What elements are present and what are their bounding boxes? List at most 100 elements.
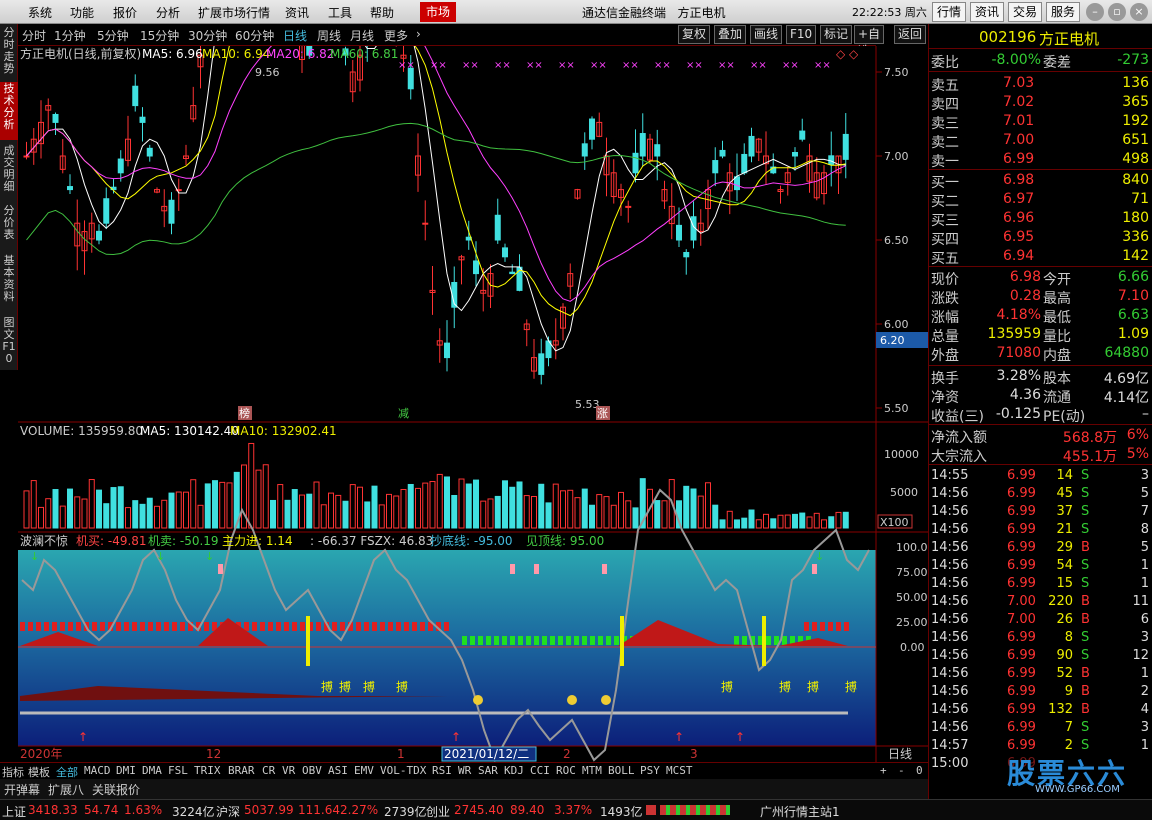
tab-cr[interactable]: CR — [262, 764, 275, 777]
tab-all[interactable]: 全部 — [56, 764, 78, 780]
tool-add-watch[interactable]: +自选 — [854, 25, 885, 58]
tab-brar[interactable]: BRAR — [228, 764, 255, 777]
zoom-out-button[interactable]: - — [898, 764, 905, 777]
period-more[interactable]: 更多 — [384, 27, 408, 44]
zoom-in-button[interactable]: + — [880, 764, 887, 777]
bid-row[interactable]: 买五 6.94 142 — [929, 247, 1152, 267]
tab-psy[interactable]: PSY — [640, 764, 660, 777]
diamond-icon[interactable]: ◇ ◇ — [836, 47, 859, 61]
top-btn-service[interactable]: 服务 — [1046, 2, 1081, 22]
tab-emv[interactable]: EMV — [354, 764, 374, 777]
minimize-icon[interactable]: – — [1086, 3, 1104, 21]
tab-cci[interactable]: CCI — [530, 764, 550, 777]
tab-indicator[interactable]: 指标 — [2, 764, 24, 780]
tool-back[interactable]: 返回 — [894, 25, 927, 44]
vtab-price-table[interactable]: 分价表 — [0, 204, 18, 250]
tab-mtm[interactable]: MTM — [582, 764, 602, 777]
vtab-intraday[interactable]: 分时走势 — [0, 26, 18, 78]
related-quotes-tab[interactable]: 关联报价 — [92, 781, 140, 798]
server-name[interactable]: 广州行情主站1 — [760, 803, 840, 820]
menu-system[interactable]: 系统 — [28, 4, 52, 21]
bid-row[interactable]: 买四 6.95 336 — [929, 228, 1152, 248]
volume-bar — [270, 499, 276, 529]
menu-info[interactable]: 资讯 — [285, 4, 309, 21]
tab-template[interactable]: 模板 — [28, 764, 50, 780]
tool-f10[interactable]: F10 — [786, 25, 817, 44]
market-button[interactable]: 市场 — [420, 2, 456, 22]
menu-help[interactable]: 帮助 — [370, 4, 394, 21]
stat-value: 4.18% — [996, 307, 1041, 323]
marker-rise[interactable]: 涨 — [597, 407, 608, 420]
tab-vol-tdx[interactable]: VOL-TDX — [380, 764, 426, 777]
tab-dma[interactable]: DMA — [142, 764, 162, 777]
band-green — [590, 636, 595, 645]
menu-tools[interactable]: 工具 — [328, 4, 352, 21]
tool-restore-rights[interactable]: 复权 — [678, 25, 711, 44]
menu-ext-market[interactable]: 扩展市场行情 — [198, 4, 270, 21]
tab-asi[interactable]: ASI — [328, 764, 348, 777]
restore-icon[interactable]: ▫ — [1108, 3, 1126, 21]
marker-reduce[interactable]: 减 — [398, 407, 409, 420]
fin-value: 4.14亿 — [1103, 390, 1149, 406]
bid-row[interactable]: 买三 6.96 180 — [929, 209, 1152, 229]
tab-roc[interactable]: ROC — [556, 764, 576, 777]
ask-row[interactable]: 卖三 7.01 192 — [929, 112, 1152, 132]
tab-rsi[interactable]: RSI — [432, 764, 452, 777]
sz-index[interactable]: 5037.99 — [244, 803, 294, 817]
menu-function[interactable]: 功能 — [70, 4, 94, 21]
tab-fsl[interactable]: FSL — [168, 764, 188, 777]
period-daily[interactable]: 日线 — [283, 27, 307, 44]
period-monthly[interactable]: 月线 — [350, 27, 374, 44]
tab-mcst[interactable]: MCST — [666, 764, 693, 777]
vtab-technical[interactable]: 技术分析 — [0, 82, 18, 140]
tab-sar[interactable]: SAR — [478, 764, 498, 777]
tick-row: 14:56 6.99 15 S 1 — [929, 575, 1152, 593]
ask-row[interactable]: 卖二 7.00 651 — [929, 131, 1152, 151]
danmaku-toggle[interactable]: 开弹幕 — [4, 781, 40, 798]
period-weekly[interactable]: 周线 — [317, 27, 341, 44]
tool-mark[interactable]: 标记 — [820, 25, 853, 44]
sh-index[interactable]: 3418.33 — [28, 803, 78, 817]
tab-macd[interactable]: MACD — [84, 764, 111, 777]
tick-time: 14:56 — [931, 684, 969, 699]
tool-overlay[interactable]: 叠加 — [714, 25, 747, 44]
vtab-fundamentals[interactable]: 基本资料 — [0, 254, 18, 312]
close-icon[interactable]: × — [1130, 3, 1148, 21]
tab-kdj[interactable]: KDJ — [504, 764, 524, 777]
top-btn-trade[interactable]: 交易 — [1008, 2, 1043, 22]
bid-row[interactable]: 买二 6.97 71 — [929, 190, 1152, 210]
period-30min[interactable]: 30分钟 — [188, 27, 227, 44]
vtab-f10[interactable]: 图文F10 — [0, 316, 18, 368]
ma20-label: MA20: 6.82 — [266, 47, 334, 61]
vtab-trades[interactable]: 成交明细 — [0, 144, 18, 200]
cy-index[interactable]: 2745.40 — [454, 803, 504, 817]
period-intraday[interactable]: 分时 — [22, 27, 46, 44]
period-60min[interactable]: 60分钟 — [235, 27, 274, 44]
tab-vr[interactable]: VR — [282, 764, 295, 777]
tab-obv[interactable]: OBV — [302, 764, 322, 777]
chevron-right-icon[interactable]: › — [416, 27, 421, 41]
marker-bang[interactable]: 榜 — [239, 406, 250, 420]
top-btn-info[interactable]: 资讯 — [970, 2, 1005, 22]
tab-dmi[interactable]: DMI — [116, 764, 136, 777]
tab-boll[interactable]: BOLL — [608, 764, 635, 777]
period-5min[interactable]: 5分钟 — [97, 27, 129, 44]
menu-quote[interactable]: 报价 — [113, 4, 137, 21]
reset-zoom-button[interactable]: 0 — [916, 764, 923, 777]
tab-trix[interactable]: TRIX — [194, 764, 221, 777]
top-btn-quote[interactable]: 行情 — [932, 2, 967, 22]
tool-draw[interactable]: 画线 — [750, 25, 783, 44]
ext-eight-tab[interactable]: 扩展八 — [48, 781, 84, 798]
ask-row[interactable]: 卖一 6.99 498 — [929, 150, 1152, 170]
tab-wr[interactable]: WR — [458, 764, 471, 777]
ask-row[interactable]: 卖四 7.02 365 — [929, 93, 1152, 113]
ask-row[interactable]: 卖五 7.03 136 — [929, 74, 1152, 94]
bid-row[interactable]: 买一 6.98 840 — [929, 171, 1152, 191]
period-15min[interactable]: 15分钟 — [140, 27, 179, 44]
ask-volume: 136 — [1122, 75, 1149, 91]
menu-analysis[interactable]: 分析 — [156, 4, 180, 21]
stat-row: 总量 135959 量比 1.09 — [929, 325, 1152, 345]
chart-area[interactable]: 9.509.008.508.007.507.006.506.005.50 搏搏搏… — [18, 46, 928, 762]
period-1min[interactable]: 1分钟 — [54, 27, 86, 44]
tick-volume: 2 — [1064, 738, 1073, 753]
